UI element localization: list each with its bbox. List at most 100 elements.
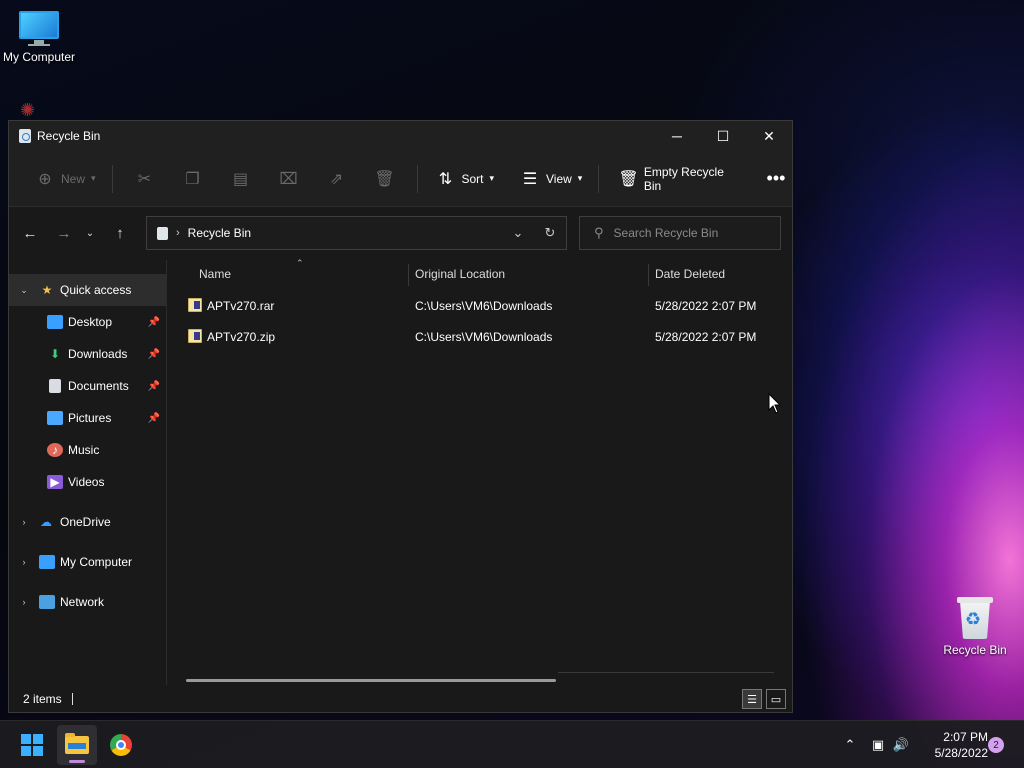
nav-item-downloads[interactable]: ⬇ Downloads 📌: [9, 338, 166, 370]
sort-arrows-icon: ⇅: [438, 170, 453, 188]
desktop-icon-recycle-bin[interactable]: ♻ Recycle Bin: [933, 595, 1017, 657]
nav-item-pictures[interactable]: Pictures 📌: [9, 402, 166, 434]
breadcrumb[interactable]: Recycle Bin: [188, 226, 251, 240]
forward-button[interactable]: →: [49, 218, 79, 248]
sort-label: Sort: [461, 171, 484, 186]
cut-button[interactable]: ✂: [121, 163, 169, 195]
navigation-pane: ⌄ ★ Quick access Desktop 📌 ⬇ Downloads 📌…: [9, 260, 167, 685]
share-button[interactable]: ⇗: [313, 163, 361, 195]
maximize-button[interactable]: ☐: [700, 121, 746, 151]
nav-label: Videos: [68, 475, 105, 489]
column-divider[interactable]: [648, 264, 649, 286]
new-button[interactable]: ⊕ New ▾: [29, 163, 95, 195]
chevron-right-icon[interactable]: ›: [19, 517, 29, 527]
details-view-button[interactable]: ☰: [742, 689, 762, 709]
nav-item-music[interactable]: ♪ Music: [9, 434, 166, 466]
computer-icon: [17, 10, 61, 46]
trash-icon: 🗑: [618, 170, 639, 188]
column-header-date-deleted[interactable]: Date Deleted: [655, 260, 785, 288]
nav-quick-access[interactable]: ⌄ ★ Quick access: [9, 274, 166, 306]
partial-app-icon: ✺: [20, 100, 36, 120]
nav-item-desktop[interactable]: Desktop 📌: [9, 306, 166, 338]
file-explorer-window: Recycle Bin ─ ☐ ✕ ⊕ New ▾ ✂ ❐ ▤ ⌧ ⇗ 🗑 ⇅ …: [8, 120, 793, 713]
minimize-button[interactable]: ─: [654, 121, 700, 151]
table-row[interactable]: APTv270.rar C:\Users\VM6\Downloads 5/28/…: [168, 291, 792, 321]
chevron-right-icon[interactable]: ›: [19, 597, 29, 607]
nav-label: OneDrive: [60, 515, 111, 529]
toolbar-divider: [598, 164, 600, 193]
nav-label: Desktop: [68, 315, 113, 329]
column-header-original-location[interactable]: Original Location: [415, 260, 645, 288]
windows-logo-icon: [21, 734, 43, 756]
horizontal-scrollbar[interactable]: [186, 679, 556, 682]
folder-icon: [65, 733, 89, 754]
empty-recycle-bin-button[interactable]: 🗑 Empty Recycle Bin: [613, 163, 740, 195]
recycle-bin-icon: ♻: [957, 595, 993, 639]
view-button[interactable]: ☰ View ▾: [514, 163, 583, 195]
title-bar[interactable]: Recycle Bin ─ ☐ ✕: [9, 121, 792, 151]
notification-badge[interactable]: 2: [988, 737, 1004, 753]
copy-button[interactable]: ❐: [169, 163, 217, 195]
clock-time: 2:07 PM: [943, 730, 988, 744]
recycle-bin-icon: [19, 129, 31, 143]
file-date-deleted: 5/28/2022 2:07 PM: [655, 330, 757, 344]
pin-icon: 📌: [147, 348, 160, 360]
desktop-folder-icon: [47, 315, 63, 329]
nav-label: Network: [60, 595, 105, 609]
nav-item-my-computer[interactable]: › My Computer: [9, 546, 166, 578]
network-status-icon[interactable]: ▣: [866, 737, 890, 753]
large-icons-view-icon: ▭: [770, 693, 782, 706]
column-header-name[interactable]: Name: [199, 260, 399, 288]
start-button[interactable]: [12, 725, 52, 765]
up-button[interactable]: ↑: [105, 218, 135, 248]
toolbar-divider: [416, 164, 418, 193]
file-list: ⌃ Name Original Location Date Deleted AP…: [168, 258, 792, 685]
nav-item-videos[interactable]: ▶ Videos: [9, 466, 166, 498]
command-bar: ⊕ New ▾ ✂ ❐ ▤ ⌧ ⇗ 🗑 ⇅ Sort ▾ ☰ View ▾ 🗑 …: [9, 151, 792, 207]
empty-recycle-bin-label: Empty Recycle Bin: [643, 164, 724, 193]
back-button[interactable]: ←: [15, 218, 45, 248]
toolbar-divider: [111, 164, 113, 193]
column-divider[interactable]: [408, 264, 409, 286]
address-dropdown-chevron-icon[interactable]: ⌄: [502, 225, 534, 241]
file-date-deleted: 5/28/2022 2:07 PM: [655, 299, 757, 313]
taskbar: ⌃ ▣ 🔊 2:07 PM 5/28/2022 2: [0, 720, 1024, 768]
search-input[interactable]: ⚲ Search Recycle Bin: [579, 216, 781, 250]
search-icon: ⚲: [594, 225, 604, 240]
paste-button[interactable]: ▤: [217, 163, 265, 195]
clock-date: 5/28/2022: [934, 746, 988, 760]
nav-item-onedrive[interactable]: › ☁ OneDrive: [9, 506, 166, 538]
table-row[interactable]: APTv270.zip C:\Users\VM6\Downloads 5/28/…: [168, 322, 792, 352]
nav-item-documents[interactable]: Documents 📌: [9, 370, 166, 402]
nav-item-network[interactable]: › Network: [9, 586, 166, 618]
desktop-icon-my-computer[interactable]: My Computer: [0, 10, 81, 64]
address-bar[interactable]: › Recycle Bin ⌄ ↻: [146, 216, 567, 250]
taskbar-chrome[interactable]: [101, 725, 141, 765]
nav-label: Pictures: [68, 411, 112, 425]
recent-locations-button[interactable]: ⌄: [79, 218, 101, 248]
status-bar: 2 items ☰ ▭: [9, 685, 792, 713]
file-original-location: C:\Users\VM6\Downloads: [415, 299, 553, 313]
file-name: APTv270.zip: [207, 330, 276, 344]
close-button[interactable]: ✕: [746, 121, 792, 151]
pin-icon: 📌: [147, 316, 160, 328]
show-hidden-icons-chevron-icon[interactable]: ⌃: [840, 737, 860, 753]
refresh-icon[interactable]: ↻: [534, 225, 566, 241]
item-count: 2 items: [23, 692, 62, 706]
delete-button[interactable]: 🗑: [361, 163, 409, 195]
chevron-right-icon[interactable]: ›: [19, 557, 29, 567]
see-more-button[interactable]: •••: [760, 163, 792, 195]
scrollbar-track: [558, 672, 774, 673]
system-clock[interactable]: 2:07 PM 5/28/2022: [918, 729, 988, 761]
taskbar-file-explorer[interactable]: [57, 725, 97, 765]
sort-button[interactable]: ⇅ Sort ▾: [429, 163, 494, 195]
chevron-down-icon[interactable]: ⌄: [19, 285, 29, 296]
view-label: View: [546, 171, 572, 186]
share-icon: ⇗: [329, 170, 344, 188]
nav-label: Quick access: [60, 283, 132, 297]
large-icons-view-button[interactable]: ▭: [766, 689, 786, 709]
plus-circle-icon: ⊕: [38, 170, 52, 188]
volume-icon[interactable]: 🔊: [890, 737, 912, 753]
rename-button[interactable]: ⌧: [265, 163, 313, 195]
nav-label: Music: [68, 443, 100, 457]
